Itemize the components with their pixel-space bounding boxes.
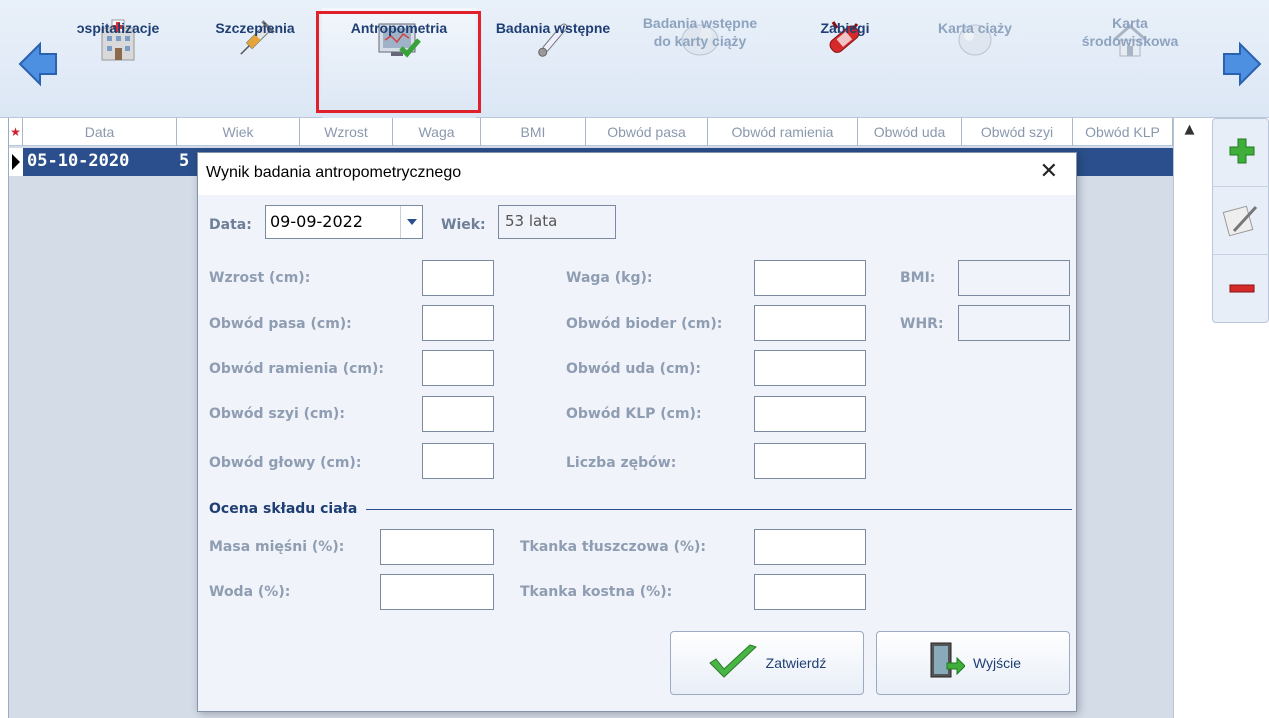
head-field[interactable] bbox=[422, 443, 494, 479]
minus-icon bbox=[1228, 280, 1256, 299]
toolbar-item-label: Karta środowiskowa bbox=[1081, 15, 1179, 49]
muscle-field[interactable] bbox=[380, 529, 494, 565]
fat-label: Tkanka tłuszczowa (%): bbox=[520, 539, 706, 555]
height-label: Wzrost (cm): bbox=[209, 270, 311, 286]
delete-button[interactable] bbox=[1213, 255, 1269, 323]
column-header[interactable]: Obwód pasa bbox=[586, 118, 708, 146]
whr-label: WHR: bbox=[900, 316, 944, 332]
thigh-field[interactable] bbox=[754, 350, 866, 386]
column-header[interactable]: Wiek bbox=[177, 118, 300, 146]
column-header[interactable]: Obwód ramienia bbox=[708, 118, 858, 146]
toolbar-item-label: ɔspitalizacje bbox=[76, 20, 160, 36]
close-icon[interactable]: ✕ bbox=[1040, 159, 1058, 184]
column-header[interactable]: Wzrost bbox=[300, 118, 393, 146]
anthropometry-dialog: Wynik badania antropometrycznego ✕ Data:… bbox=[197, 152, 1077, 712]
dialog-titlebar: Wynik badania antropometrycznego ✕ bbox=[198, 153, 1076, 195]
column-header[interactable]: Obwód uda bbox=[858, 118, 962, 146]
confirm-label: Zatwierdź bbox=[765, 655, 827, 671]
waist-field[interactable] bbox=[422, 305, 494, 341]
date-label: Data: bbox=[209, 217, 252, 233]
side-actions bbox=[1212, 118, 1269, 323]
exit-button[interactable]: Wyjście bbox=[876, 631, 1070, 695]
row-age: 5 bbox=[179, 151, 190, 171]
bmi-field bbox=[958, 260, 1070, 296]
klp-label: Obwód KLP (cm): bbox=[566, 406, 702, 422]
body-composition-heading: Ocena składu ciała bbox=[209, 501, 358, 517]
column-header[interactable]: BMI bbox=[481, 118, 586, 146]
confirm-button[interactable]: Zatwierdź bbox=[670, 631, 864, 695]
thigh-label: Obwód uda (cm): bbox=[566, 361, 701, 377]
required-star-icon: ★ bbox=[9, 118, 23, 146]
edit-button[interactable] bbox=[1213, 187, 1269, 255]
hip-field[interactable] bbox=[754, 305, 866, 341]
teeth-label: Liczba zębów: bbox=[566, 455, 677, 471]
water-field[interactable] bbox=[380, 574, 494, 610]
bmi-label: BMI: bbox=[900, 270, 936, 286]
chevron-down-icon[interactable] bbox=[400, 206, 422, 238]
toolbar-item-vaccinations[interactable]: Szczepienia bbox=[200, 8, 310, 118]
date-picker[interactable]: 09-09-2022 bbox=[265, 205, 423, 239]
plus-icon bbox=[1228, 137, 1256, 169]
highlight-frame bbox=[316, 11, 481, 113]
waist-label: Obwód pasa (cm): bbox=[209, 316, 352, 332]
toolbar-item-label: Zabiegi bbox=[820, 20, 870, 36]
toolbar-item-initial-exams[interactable]: Badania wstępne bbox=[485, 8, 621, 118]
row-date: 05-10-2020 bbox=[27, 151, 130, 171]
neck-field[interactable] bbox=[422, 396, 494, 432]
column-header[interactable]: Data bbox=[23, 118, 177, 146]
edit-document-icon bbox=[1222, 201, 1262, 241]
scroll-up-icon[interactable]: ▲ bbox=[1174, 122, 1205, 137]
toolbar-item-label: Badania wstępne bbox=[495, 20, 611, 36]
water-label: Woda (%): bbox=[209, 584, 291, 600]
neck-label: Obwód szyi (cm): bbox=[209, 406, 345, 422]
exit-door-icon bbox=[925, 641, 966, 685]
scroll-left-arrow-icon[interactable] bbox=[18, 40, 58, 88]
toolbar-item-community-card[interactable]: Karta środowiskowa bbox=[1055, 8, 1205, 118]
dialog-title: Wynik badania antropometrycznego bbox=[206, 164, 462, 181]
row-indicator-icon bbox=[9, 148, 23, 176]
klp-field[interactable] bbox=[754, 396, 866, 432]
toolbar-item-label: Karta ciąży bbox=[938, 20, 1012, 36]
bone-label: Tkanka kostna (%): bbox=[520, 584, 673, 600]
hip-label: Obwód bioder (cm): bbox=[566, 316, 723, 332]
scroll-right-arrow-icon[interactable] bbox=[1222, 40, 1262, 88]
checkmark-icon bbox=[708, 643, 758, 683]
age-field: 53 lata bbox=[498, 205, 616, 239]
vertical-scrollbar[interactable]: ▲ bbox=[1173, 118, 1205, 718]
exit-label: Wyjście bbox=[972, 655, 1022, 671]
column-header[interactable]: Obwód szyi bbox=[962, 118, 1073, 146]
arm-label: Obwód ramienia (cm): bbox=[209, 361, 384, 377]
grid-header: ★ Data Wiek Wzrost Waga BMI Obwód pasa O… bbox=[9, 118, 1205, 146]
age-label: Wiek: bbox=[441, 217, 486, 233]
fat-field[interactable] bbox=[754, 529, 866, 565]
toolbar-item-label: Szczepienia bbox=[215, 20, 295, 36]
add-button[interactable] bbox=[1213, 119, 1269, 187]
whr-field bbox=[958, 305, 1070, 341]
weight-label: Waga (kg): bbox=[566, 270, 653, 286]
weight-field[interactable] bbox=[754, 260, 866, 296]
column-header[interactable]: Obwód KLP bbox=[1073, 118, 1173, 146]
toolbar-item-label: Badania wstępne do karty ciąży bbox=[642, 15, 758, 49]
muscle-label: Masa mięśni (%): bbox=[209, 539, 345, 555]
toolbar: ɔspitalizacje Szczepienia Antropometria … bbox=[0, 0, 1269, 118]
head-label: Obwód głowy (cm): bbox=[209, 455, 362, 471]
toolbar-item-initial-exams-pregnancy[interactable]: Badania wstępne do karty ciąży bbox=[625, 8, 775, 118]
column-header[interactable]: Waga bbox=[393, 118, 481, 146]
toolbar-item-procedures[interactable]: Zabiegi bbox=[790, 8, 900, 118]
teeth-field[interactable] bbox=[754, 443, 866, 479]
date-value: 09-09-2022 bbox=[270, 212, 363, 231]
arm-field[interactable] bbox=[422, 350, 494, 386]
section-divider bbox=[366, 509, 1072, 510]
toolbar-item-pregnancy-card[interactable]: Karta ciąży bbox=[920, 8, 1030, 118]
toolbar-item-hospitalizations[interactable]: ɔspitalizacje bbox=[58, 8, 178, 118]
bone-field[interactable] bbox=[754, 574, 866, 610]
height-field[interactable] bbox=[422, 260, 494, 296]
